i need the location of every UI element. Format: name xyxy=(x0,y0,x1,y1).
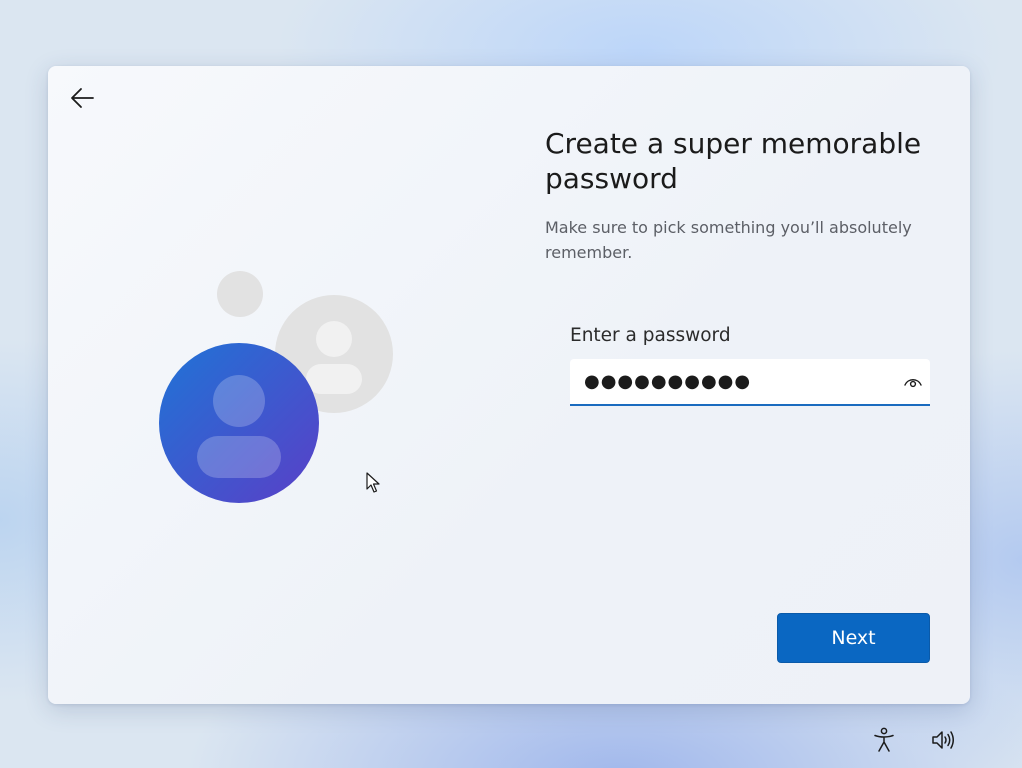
reveal-password-button[interactable] xyxy=(896,365,930,399)
volume-button[interactable] xyxy=(929,726,957,754)
small-gray-circle xyxy=(217,271,263,317)
volume-icon xyxy=(932,731,954,749)
password-label: Enter a password xyxy=(570,325,731,346)
back-arrow-icon xyxy=(71,88,94,108)
page-title: Create a super memorable password xyxy=(545,127,922,195)
setup-dialog: Create a super memorable password Make s… xyxy=(48,66,970,704)
password-input[interactable] xyxy=(570,359,896,404)
user-accounts-illustration xyxy=(159,271,393,503)
page-subtitle: Make sure to pick something you’ll absol… xyxy=(545,218,912,262)
eye-icon xyxy=(904,378,922,387)
back-button[interactable] xyxy=(66,82,98,114)
mouse-pointer-icon xyxy=(366,472,380,493)
next-button[interactable]: Next xyxy=(777,613,930,663)
accessibility-button[interactable] xyxy=(870,726,898,754)
password-field xyxy=(570,359,930,406)
accessibility-icon xyxy=(874,727,894,752)
